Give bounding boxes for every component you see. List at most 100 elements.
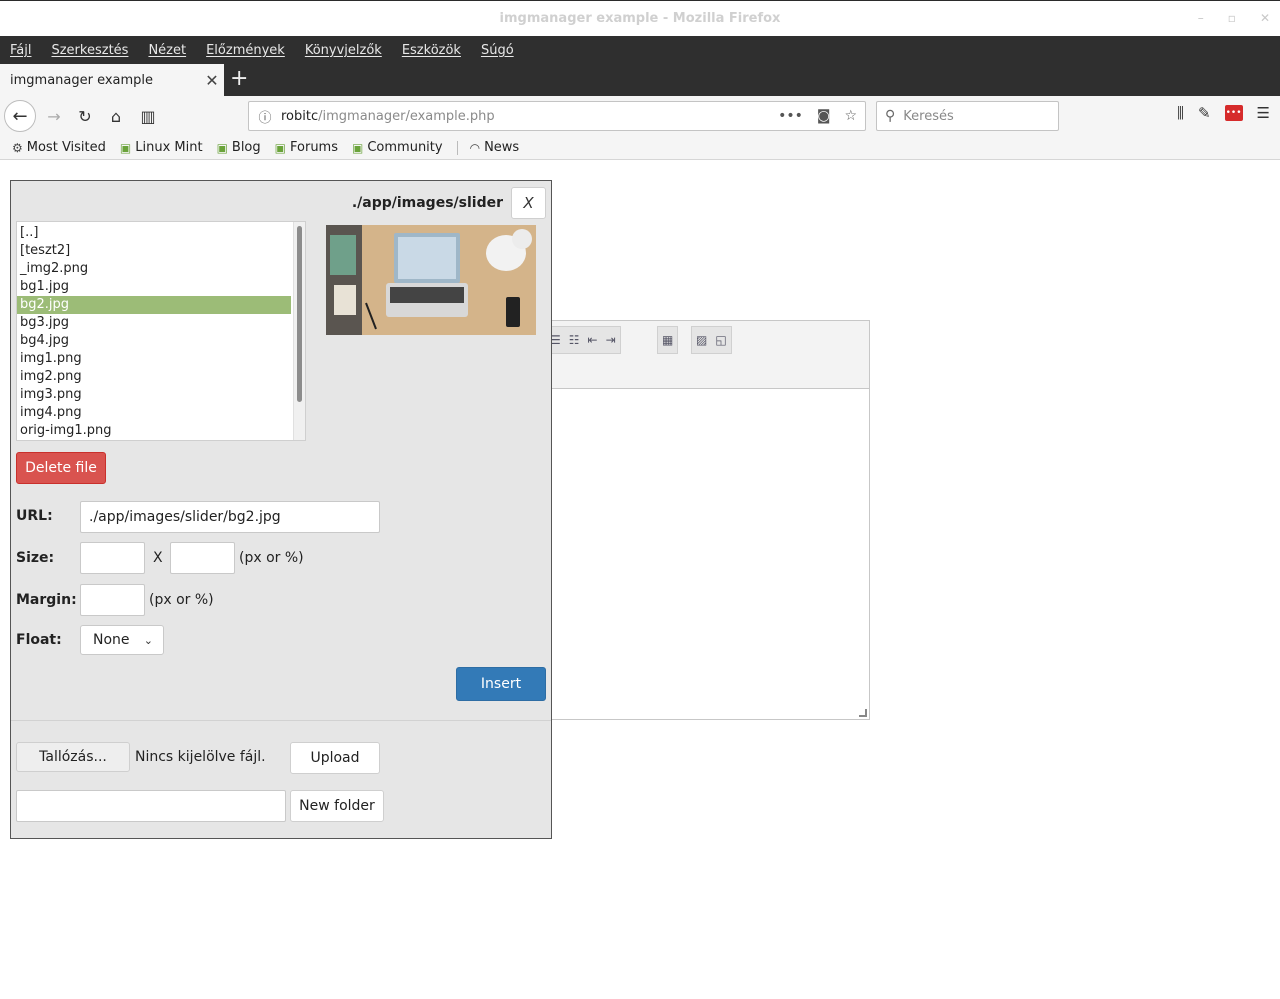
- maximize-icon[interactable]: ▫: [1228, 11, 1236, 25]
- editor-body[interactable]: [541, 389, 869, 719]
- menu-edit[interactable]: Szerkesztés: [51, 43, 128, 58]
- rss-icon: ◠: [469, 140, 481, 155]
- height-input[interactable]: [170, 542, 235, 574]
- page-content: ☰ ☷ ⇤ ⇥ ▦ ▨ ◱ ./app/images/slider X [..]…: [0, 160, 1280, 999]
- bookmark-label: Forums: [290, 140, 338, 155]
- bookmark-label: Community: [367, 140, 443, 155]
- tab-close-icon[interactable]: ✕: [200, 71, 224, 90]
- menu-help[interactable]: Súgó: [481, 43, 514, 58]
- bookmark-label: Blog: [231, 140, 261, 155]
- editor-toolbar-media: ▨ ◱: [691, 326, 732, 354]
- preview-photo: [326, 225, 536, 335]
- image-preview: [326, 225, 536, 335]
- bookmark-most-visited[interactable]: ⚙ Most Visited: [12, 140, 106, 155]
- file-list-item[interactable]: img4.png: [17, 404, 291, 422]
- bookmark-star-icon[interactable]: ☆: [844, 108, 857, 124]
- editor-toolbar: ☰ ☷ ⇤ ⇥ ▦ ▨ ◱: [541, 321, 869, 389]
- mint-icon: ▣: [216, 140, 228, 155]
- bookmark-news[interactable]: ◠ News: [470, 140, 520, 155]
- file-list[interactable]: [..] [teszt2] _img2.png bg1.jpg bg2.jpg bg3.j…: [16, 221, 306, 441]
- file-list-item[interactable]: img1.png: [17, 350, 291, 368]
- comment-icon[interactable]: ◱: [715, 333, 726, 347]
- outdent-icon[interactable]: ⇤: [588, 333, 598, 347]
- insert-image-icon[interactable]: ▨: [696, 333, 707, 347]
- file-list-item[interactable]: orig-img1.png: [17, 422, 291, 440]
- margin-label: Margin:: [16, 592, 77, 608]
- info-icon[interactable]: ⓘ: [249, 107, 281, 126]
- window-controls: – ▫ ✕: [1198, 11, 1270, 25]
- file-list-item[interactable]: bg3.jpg: [17, 314, 291, 332]
- minimize-icon[interactable]: –: [1198, 11, 1204, 25]
- file-items: [..] [teszt2] _img2.png bg1.jpg bg2.jpg bg3.j…: [17, 222, 305, 440]
- search-bar[interactable]: ⚲ Keresés: [876, 101, 1059, 131]
- forward-icon[interactable]: →: [42, 104, 66, 128]
- file-list-item[interactable]: img2.png: [17, 368, 291, 386]
- size-x-label: X: [153, 550, 163, 566]
- close-window-icon[interactable]: ✕: [1260, 11, 1270, 25]
- bookmark-blog[interactable]: ▣ Blog: [217, 140, 261, 155]
- url-input[interactable]: ./app/images/slider/bg2.jpg: [80, 501, 380, 533]
- dialog-divider: [11, 720, 551, 721]
- indent-icon[interactable]: ⇥: [606, 333, 616, 347]
- menu-bookmarks[interactable]: Könyvjelzők: [305, 43, 382, 58]
- close-dialog-button[interactable]: X: [511, 187, 546, 219]
- file-list-item[interactable]: bg1.jpg: [17, 278, 291, 296]
- margin-unit-hint: (px or %): [149, 592, 214, 608]
- menu-history[interactable]: Előzmények: [206, 43, 285, 58]
- url-bar[interactable]: ⓘ robitc/imgmanager/example.php ••• ◙ ☆: [248, 101, 866, 131]
- file-list-item[interactable]: _img2.png: [17, 260, 291, 278]
- bookmark-forums[interactable]: ▣ Forums: [275, 140, 338, 155]
- resize-grip-icon[interactable]: [859, 709, 867, 717]
- chevron-down-icon: ⌄: [143, 633, 153, 647]
- numbered-list-icon[interactable]: ☷: [569, 333, 580, 347]
- bookmark-label: Linux Mint: [135, 140, 203, 155]
- browse-button[interactable]: Tallózás...: [16, 742, 130, 772]
- file-list-item[interactable]: bg4.jpg: [17, 332, 291, 350]
- pocket-icon[interactable]: ◙: [817, 108, 831, 124]
- menu-view[interactable]: Nézet: [148, 43, 186, 58]
- file-list-item[interactable]: img3.png: [17, 386, 291, 404]
- bookmark-linux-mint[interactable]: ▣ Linux Mint: [120, 140, 203, 155]
- url-path: /imgmanager/example.php: [318, 108, 495, 124]
- file-list-scrollbar[interactable]: [293, 222, 305, 440]
- editor-toolbar-insert: ▦: [657, 326, 679, 354]
- tab-active[interactable]: imgmanager example ✕: [0, 64, 224, 96]
- file-list-item[interactable]: bg2.jpg: [17, 296, 291, 314]
- menu-tools[interactable]: Eszközök: [402, 43, 461, 58]
- window-title: imgmanager example - Mozilla Firefox: [499, 11, 781, 26]
- new-tab-icon[interactable]: +: [230, 68, 248, 90]
- insert-button[interactable]: Insert: [456, 667, 546, 701]
- float-value: None: [93, 632, 130, 648]
- current-path: ./app/images/slider: [351, 195, 503, 211]
- new-folder-name-input[interactable]: [16, 790, 286, 822]
- mint-icon: ▣: [352, 140, 364, 155]
- width-input[interactable]: [80, 542, 145, 574]
- eyedropper-icon[interactable]: ✎: [1198, 104, 1211, 122]
- upload-button[interactable]: Upload: [290, 742, 380, 774]
- menu-file[interactable]: Fájl: [10, 43, 31, 58]
- scrollbar-thumb[interactable]: [297, 226, 302, 402]
- extension-badge-icon[interactable]: •••: [1224, 105, 1243, 121]
- no-file-selected-text: Nincs kijelölve fájl.: [135, 749, 266, 765]
- back-icon[interactable]: ←: [4, 100, 36, 132]
- margin-input[interactable]: [80, 584, 145, 616]
- file-list-item[interactable]: [..]: [17, 224, 291, 242]
- sidebar-icon[interactable]: ▥: [136, 104, 160, 128]
- editor-toolbar-lists: ☰ ☷ ⇤ ⇥: [545, 326, 621, 354]
- file-list-item[interactable]: [teszt2]: [17, 242, 291, 260]
- page-actions-icon[interactable]: •••: [778, 108, 803, 124]
- rich-text-editor: ☰ ☷ ⇤ ⇥ ▦ ▨ ◱: [540, 320, 870, 720]
- float-select[interactable]: None ⌄: [80, 625, 164, 655]
- insert-table-icon[interactable]: ▦: [662, 333, 673, 347]
- library-icon[interactable]: ⫼: [1177, 104, 1184, 122]
- size-unit-hint: (px or %): [239, 550, 304, 566]
- bookmark-separator: [456, 140, 458, 155]
- delete-file-button[interactable]: Delete file: [16, 452, 106, 484]
- reload-icon[interactable]: ↻: [73, 104, 97, 128]
- new-folder-button[interactable]: New folder: [290, 790, 384, 822]
- home-icon[interactable]: ⌂: [104, 104, 128, 128]
- menu-bar: Fájl Szerkesztés Nézet Előzmények Könyvj…: [0, 36, 1280, 64]
- bookmark-community[interactable]: ▣ Community: [352, 140, 443, 155]
- hamburger-menu-icon[interactable]: ☰: [1257, 104, 1270, 122]
- bookmark-label: Most Visited: [26, 140, 106, 155]
